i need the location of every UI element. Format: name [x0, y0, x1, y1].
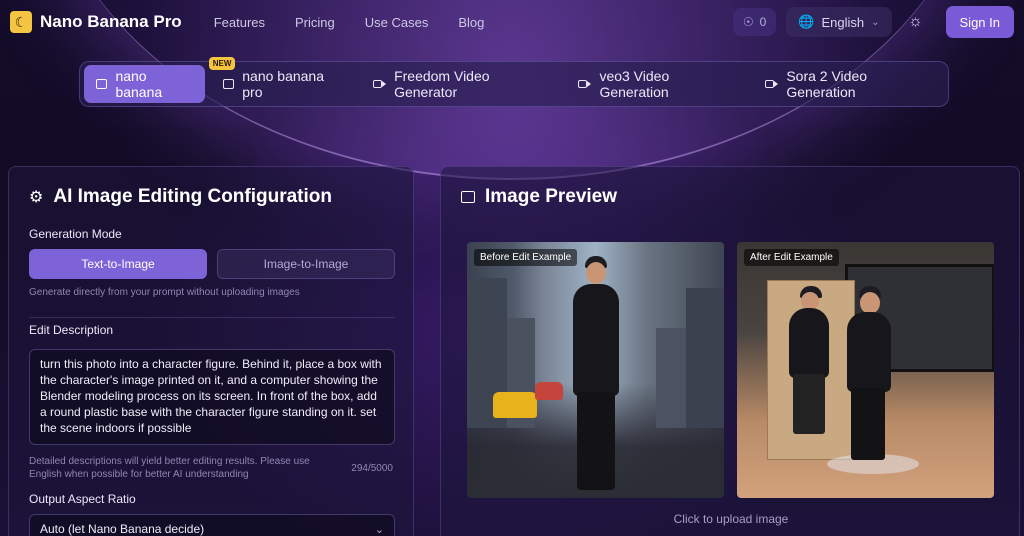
- globe-icon: 🌐: [798, 14, 815, 29]
- brand-logo[interactable]: ☾ Nano Banana Pro: [10, 11, 182, 33]
- taxi: [493, 392, 537, 418]
- preview-title: Image Preview: [461, 186, 617, 208]
- tab-label: Freedom Video Generator: [394, 68, 490, 100]
- config-title-text: AI Image Editing Configuration: [53, 186, 332, 207]
- image-icon: [222, 79, 235, 89]
- generation-mode-label: Generation Mode: [29, 227, 122, 241]
- image-icon: [96, 79, 108, 89]
- person-legs: [577, 392, 615, 490]
- image-to-image-button[interactable]: Image-to-Image: [217, 249, 395, 279]
- config-panel: ⚙ AI Image Editing Configuration Generat…: [8, 166, 414, 536]
- tab-sora-2-video-generation[interactable]: Sora 2 Video Generation: [753, 65, 944, 103]
- credits-button[interactable]: ☉ 0: [732, 8, 777, 36]
- character-count: 294/5000: [351, 463, 393, 474]
- box-figure-body: [789, 308, 829, 378]
- chevron-down-icon: ⌄: [374, 523, 384, 536]
- before-edit-tag: Before Edit Example: [474, 249, 578, 266]
- person-head: [586, 262, 606, 284]
- video-icon: [372, 80, 386, 88]
- sign-in-button[interactable]: Sign In: [945, 6, 1014, 38]
- brand-name: Nano Banana Pro: [40, 12, 182, 31]
- tab-nano-banana-pro[interactable]: NEW nano banana pro: [208, 57, 355, 103]
- tab-label: veo3 Video Generation: [599, 68, 670, 100]
- credits-count: 0: [759, 15, 767, 29]
- generator-tabs: nano banana NEW nano banana pro Freedom …: [79, 57, 949, 107]
- preview-title-text: Image Preview: [485, 186, 618, 207]
- theme-toggle-sun-icon[interactable]: ☼: [902, 8, 930, 36]
- new-badge: NEW: [208, 57, 236, 70]
- building: [656, 328, 686, 428]
- figure-body: [847, 312, 891, 392]
- chevron-down-icon: ⌄: [871, 16, 880, 28]
- person-hoodie: [573, 284, 619, 396]
- config-title: ⚙ AI Image Editing Configuration: [29, 186, 332, 208]
- header-actions: ☉ 0 🌐 English ⌄ ☼ Sign In: [732, 6, 1014, 38]
- edit-description-hint: Detailed descriptions will yield better …: [29, 456, 310, 480]
- figure-head: [860, 292, 880, 314]
- banana-logo-icon: ☾: [10, 11, 32, 33]
- building: [686, 288, 724, 428]
- aspect-ratio-label: Output Aspect Ratio: [29, 492, 136, 506]
- divider: [29, 317, 395, 318]
- tab-label: nano banana pro: [242, 68, 325, 100]
- language-label: English: [821, 14, 865, 30]
- edit-description-textarea[interactable]: turn this photo into a character figure.…: [29, 349, 395, 445]
- after-edit-image[interactable]: After Edit Example: [737, 242, 994, 498]
- mode-hint: Generate directly from your prompt witho…: [29, 287, 300, 298]
- image-icon: [461, 191, 475, 203]
- nav-use-cases[interactable]: Use Cases: [365, 15, 429, 30]
- language-selector[interactable]: 🌐 English ⌄: [786, 7, 892, 37]
- video-icon: [764, 80, 778, 88]
- tab-freedom-video-generator[interactable]: Freedom Video Generator: [361, 65, 560, 103]
- aspect-ratio-value: Auto (let Nano Banana decide): [40, 522, 205, 536]
- bus: [535, 382, 563, 400]
- upload-hint[interactable]: Click to upload image: [441, 512, 1021, 526]
- nav-features[interactable]: Features: [214, 15, 265, 30]
- credits-icon: ☉: [742, 15, 754, 29]
- aspect-ratio-select[interactable]: Auto (let Nano Banana decide) ⌄: [29, 514, 395, 536]
- box-figure-legs: [793, 374, 825, 434]
- nav-blog[interactable]: Blog: [458, 15, 484, 30]
- tab-veo3-video-generation[interactable]: veo3 Video Generation: [566, 65, 747, 103]
- preview-panel: Image Preview Before Edit Example After …: [440, 166, 1020, 536]
- top-header: ☾ Nano Banana Pro Features Pricing Use C…: [0, 0, 1024, 44]
- tab-label: Sora 2 Video Generation: [786, 68, 868, 100]
- tab-label: nano banana: [115, 68, 163, 100]
- before-edit-image[interactable]: Before Edit Example: [467, 242, 724, 498]
- gear-icon: ⚙: [29, 189, 44, 206]
- edit-description-label: Edit Description: [29, 323, 114, 337]
- after-edit-tag: After Edit Example: [744, 249, 839, 266]
- video-icon: [577, 80, 591, 88]
- nav-pricing[interactable]: Pricing: [295, 15, 335, 30]
- main-nav: Features Pricing Use Cases Blog: [214, 15, 485, 30]
- figure-legs: [851, 388, 885, 460]
- tab-nano-banana[interactable]: nano banana: [84, 65, 205, 103]
- text-to-image-button[interactable]: Text-to-Image: [29, 249, 207, 279]
